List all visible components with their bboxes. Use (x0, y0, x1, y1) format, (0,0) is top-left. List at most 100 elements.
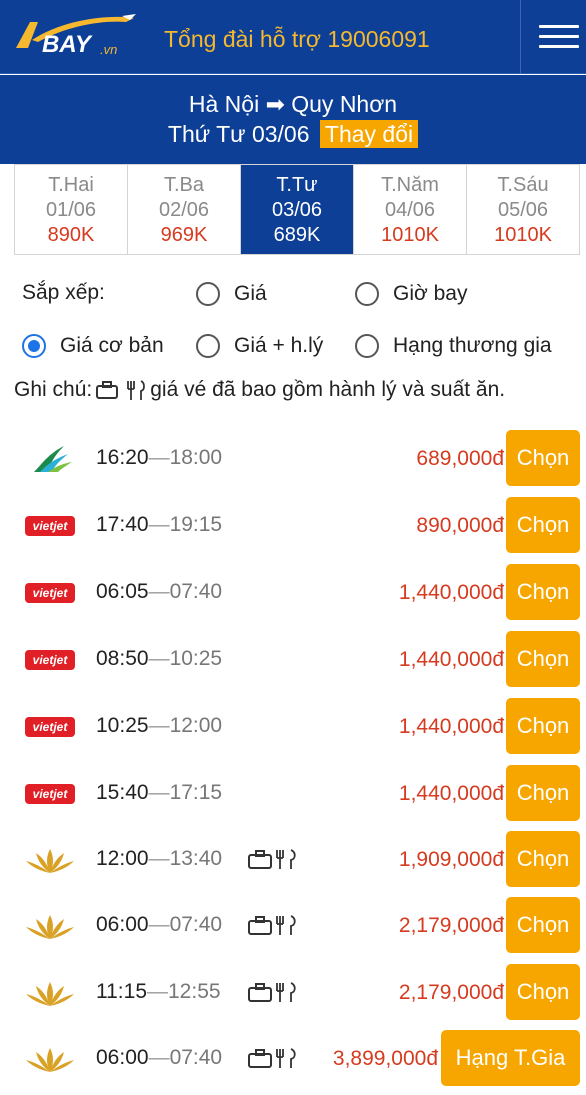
select-flight-button[interactable]: Chọn (506, 765, 580, 821)
depart-time: 06:00 (96, 1046, 149, 1069)
flight-row: vietjet 15:40—17:15 1,440,000đ Chọn (0, 765, 586, 831)
arrive-time: 10:25 (169, 647, 223, 670)
fare-price: 1,440,000đ (398, 648, 504, 671)
day-tab-active[interactable]: T.Tư 03/06 689K (241, 165, 354, 254)
select-flight-button[interactable]: Chọn (506, 430, 580, 486)
flight-row: 06:00—07:40 3,899,000đ Hạng T.Gia (0, 1030, 586, 1095)
fare-price: 1,440,000đ (398, 782, 504, 805)
depart-time: 17:40 (96, 513, 149, 536)
arrive-time: 13:40 (169, 847, 223, 870)
hamburger-icon (539, 25, 579, 28)
luggage-meal-icon (247, 913, 299, 942)
flight-row: vietjet 08:50—10:25 1,440,000đ Chọn (0, 631, 586, 697)
vietjet-logo: vietjet (24, 716, 76, 746)
flight-row: 06:00—07:40 2,179,000đ Chọn (0, 897, 586, 963)
select-flight-button[interactable]: Chọn (506, 631, 580, 687)
flight-times: 06:00—07:40 (96, 913, 223, 936)
flight-row: 16:20—18:00 689,000đ Chọn (0, 430, 586, 496)
menu-button[interactable] (520, 0, 586, 74)
flight-times: 08:50—10:25 (96, 647, 223, 670)
arrive-time: 18:00 (169, 446, 223, 469)
arrive-time: 17:15 (169, 781, 223, 804)
svg-text:vietjet: vietjet (33, 519, 69, 533)
svg-text:vietjet: vietjet (33, 720, 69, 734)
meal-icon (127, 380, 146, 400)
vietnam-airlines-logo (24, 978, 76, 1008)
select-flight-button[interactable]: Chọn (506, 831, 580, 887)
arrive-time: 12:55 (168, 980, 221, 1003)
flight-row: vietjet 06:05—07:40 1,440,000đ Chọn (0, 564, 586, 630)
fare-price: 1,440,000đ (398, 581, 504, 604)
radio-icon (355, 282, 379, 306)
svg-text:.vn: .vn (100, 42, 117, 57)
arrive-time: 07:40 (169, 913, 223, 936)
arrive-time: 19:15 (169, 513, 223, 536)
date-selector: T.Hai 01/06 890K T.Ba 02/06 969K T.Tư 03… (14, 164, 580, 255)
svg-text:vietjet: vietjet (33, 787, 69, 801)
fare-price: 1,440,000đ (398, 715, 504, 738)
luggage-icon (96, 381, 119, 399)
svg-text:BAY: BAY (42, 31, 93, 58)
vietnam-airlines-logo (24, 1044, 76, 1074)
filter-radio-business[interactable]: Hạng thương gia (355, 331, 552, 361)
note-text: Ghi chú: giá vé đã bao gồm hành lý và su… (14, 378, 506, 401)
fare-price: 2,179,000đ (398, 981, 504, 1004)
change-date-button[interactable]: Thay đổi (319, 120, 419, 148)
flight-times: 06:00—07:40 (96, 1046, 223, 1069)
flight-times: 17:40—19:15 (96, 513, 223, 536)
depart-time: 10:25 (96, 714, 149, 737)
sort-radio-price[interactable]: Giá (196, 279, 267, 309)
depart-time: 06:05 (96, 580, 149, 603)
route-banner: Hà Nội ➡ Quy Nhơn Thứ Tư 03/06 Thay đổi (0, 75, 586, 164)
luggage-meal-icon (247, 847, 299, 876)
route-title: Hà Nội ➡ Quy Nhơn (0, 91, 586, 118)
svg-text:vietjet: vietjet (33, 586, 69, 600)
depart-time: 06:00 (96, 913, 149, 936)
day-tab[interactable]: T.Ba 02/06 969K (128, 165, 241, 254)
vietjet-logo: vietjet (24, 582, 76, 612)
day-tab[interactable]: T.Sáu 05/06 1010K (467, 165, 579, 254)
depart-time: 15:40 (96, 781, 149, 804)
select-flight-button[interactable]: Hạng T.Gia (441, 1030, 580, 1086)
fare-price: 689,000đ (416, 447, 504, 470)
flight-times: 16:20—18:00 (96, 446, 223, 469)
vietjet-logo: vietjet (24, 783, 76, 813)
filter-radio-price-luggage[interactable]: Giá + h.lý (196, 331, 323, 361)
abay-logo[interactable]: BAY .vn (12, 10, 142, 62)
radio-icon (196, 334, 220, 358)
bamboo-airways-logo (24, 444, 76, 474)
select-flight-button[interactable]: Chọn (506, 698, 580, 754)
day-tab[interactable]: T.Năm 04/06 1010K (354, 165, 467, 254)
fare-price: 3,899,000đ (332, 1047, 438, 1070)
vietnam-airlines-logo (24, 845, 76, 875)
vietjet-logo: vietjet (24, 515, 76, 545)
depart-time: 12:00 (96, 847, 149, 870)
flight-row: 11:15—12:55 2,179,000đ Chọn (0, 964, 586, 1030)
arrow-right-icon: ➡ (265, 91, 285, 117)
depart-time: 08:50 (96, 647, 149, 670)
flight-times: 11:15—12:55 (96, 980, 221, 1003)
luggage-meal-icon (247, 1046, 299, 1075)
travel-date: Thứ Tư 03/06 (167, 121, 310, 147)
route-date-line: Thứ Tư 03/06 Thay đổi (0, 120, 586, 148)
depart-time: 11:15 (96, 980, 147, 1003)
svg-text:vietjet: vietjet (33, 653, 69, 667)
flight-times: 06:05—07:40 (96, 580, 223, 603)
destination-city: Quy Nhơn (291, 91, 398, 117)
hotline-text[interactable]: Tổng đài hỗ trợ 19006091 (164, 26, 430, 53)
sort-label: Sắp xếp: (22, 281, 105, 304)
select-flight-button[interactable]: Chọn (506, 964, 580, 1020)
select-flight-button[interactable]: Chọn (506, 497, 580, 553)
fare-price: 1,909,000đ (398, 848, 504, 871)
arrive-time: 12:00 (169, 714, 223, 737)
fare-price: 2,179,000đ (398, 914, 504, 937)
depart-time: 16:20 (96, 446, 149, 469)
flight-times: 12:00—13:40 (96, 847, 223, 870)
select-flight-button[interactable]: Chọn (506, 564, 580, 620)
radio-icon (355, 334, 379, 358)
select-flight-button[interactable]: Chọn (506, 897, 580, 953)
filter-radio-base-price[interactable]: Giá cơ bản (22, 331, 164, 361)
day-tab[interactable]: T.Hai 01/06 890K (15, 165, 128, 254)
sort-radio-time[interactable]: Giờ bay (355, 279, 467, 309)
arrive-time: 07:40 (169, 580, 223, 603)
